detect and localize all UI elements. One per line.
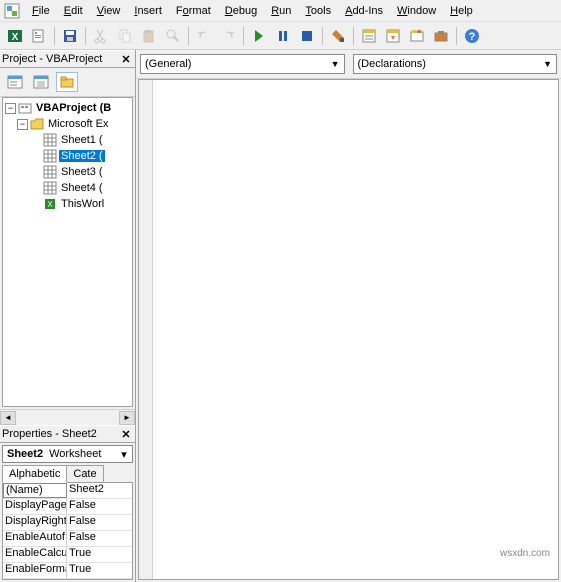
object-name: Sheet2 bbox=[3, 448, 47, 460]
reset-icon[interactable] bbox=[296, 25, 318, 47]
help-icon[interactable]: ? bbox=[461, 25, 483, 47]
scroll-left-icon[interactable]: ◄ bbox=[0, 411, 16, 425]
project-pane-title: Project - VBAProject bbox=[2, 53, 102, 65]
menu-file[interactable]: FFileile bbox=[26, 3, 56, 19]
procedure-combo[interactable]: (Declarations) ▼ bbox=[353, 54, 558, 74]
toolbox-icon[interactable] bbox=[430, 25, 452, 47]
tree-sheet-label: Sheet1 ( bbox=[59, 134, 105, 146]
tree-sheet-label: Sheet2 ( bbox=[59, 150, 105, 162]
design-mode-icon[interactable] bbox=[327, 25, 349, 47]
watermark: wsxdn.com bbox=[500, 548, 550, 559]
menu-format[interactable]: Format bbox=[170, 3, 217, 19]
horizontal-scrollbar[interactable]: ◄ ► bbox=[0, 409, 135, 425]
project-toolbar bbox=[0, 68, 135, 97]
svg-text:?: ? bbox=[469, 31, 476, 43]
svg-text:X: X bbox=[12, 32, 19, 43]
paste-icon[interactable] bbox=[138, 25, 160, 47]
standard-toolbar: X ? bbox=[0, 22, 561, 50]
tab-categorized[interactable]: Cate bbox=[66, 465, 103, 482]
chevron-down-icon[interactable]: ▼ bbox=[543, 59, 552, 69]
tree-folder[interactable]: − Microsoft Ex bbox=[3, 116, 132, 132]
tab-alphabetic[interactable]: Alphabetic bbox=[2, 465, 67, 483]
tree-sheet[interactable]: Sheet3 ( bbox=[3, 164, 132, 180]
svg-text:X: X bbox=[47, 200, 53, 209]
code-header: (General) ▼ (Declarations) ▼ bbox=[136, 50, 561, 79]
properties-grid[interactable]: (Name)Sheet2 DisplayPageFalse DisplayRig… bbox=[2, 482, 133, 580]
collapse-icon[interactable]: − bbox=[5, 103, 16, 114]
collapse-icon[interactable]: − bbox=[17, 119, 28, 130]
properties-window-icon[interactable] bbox=[382, 25, 404, 47]
object-combo[interactable]: (General) ▼ bbox=[140, 54, 345, 74]
view-code-icon[interactable] bbox=[4, 72, 26, 92]
redo-icon[interactable] bbox=[217, 25, 239, 47]
project-explorer-icon[interactable] bbox=[358, 25, 380, 47]
menu-help[interactable]: Help bbox=[444, 3, 479, 19]
menu-window[interactable]: Window bbox=[391, 3, 442, 19]
tree-sheet-label: Sheet4 ( bbox=[59, 182, 105, 194]
tree-sheet[interactable]: Sheet1 ( bbox=[3, 132, 132, 148]
copy-icon[interactable] bbox=[114, 25, 136, 47]
tree-sheet-label: Sheet3 ( bbox=[59, 166, 105, 178]
procedure-combo-value: (Declarations) bbox=[358, 58, 426, 70]
worksheet-icon bbox=[43, 165, 57, 179]
menu-debug[interactable]: Debug bbox=[219, 3, 263, 19]
prop-row[interactable]: DisplayRightFalse bbox=[3, 515, 132, 531]
code-area[interactable] bbox=[153, 80, 558, 579]
tree-workbook[interactable]: X ThisWorl bbox=[3, 196, 132, 212]
menu-run[interactable]: Run bbox=[265, 3, 297, 19]
object-type: Worksheet bbox=[47, 448, 103, 460]
run-icon[interactable] bbox=[248, 25, 270, 47]
project-icon bbox=[18, 101, 32, 115]
prop-row[interactable]: EnableFormaTrue bbox=[3, 563, 132, 579]
scroll-right-icon[interactable]: ► bbox=[119, 411, 135, 425]
find-icon[interactable] bbox=[162, 25, 184, 47]
prop-row[interactable]: EnableAutofFalse bbox=[3, 531, 132, 547]
object-combo-value: (General) bbox=[145, 58, 191, 70]
menu-bar: FFileile Edit View Insert Format Debug R… bbox=[0, 0, 561, 22]
tree-sheet[interactable]: Sheet2 ( bbox=[3, 148, 132, 164]
worksheet-icon bbox=[43, 133, 57, 147]
code-margin bbox=[139, 80, 153, 579]
menu-insert[interactable]: Insert bbox=[128, 3, 168, 19]
excel-icon[interactable]: X bbox=[4, 25, 26, 47]
properties-tabs: Alphabetic Cate bbox=[0, 465, 135, 482]
project-pane-header: Project - VBAProject ✕ bbox=[0, 50, 135, 68]
break-icon[interactable] bbox=[272, 25, 294, 47]
save-icon[interactable] bbox=[59, 25, 81, 47]
insert-module-icon[interactable] bbox=[28, 25, 50, 47]
chevron-down-icon[interactable]: ▾ bbox=[116, 448, 132, 461]
menu-addins[interactable]: Add-Ins bbox=[339, 3, 389, 19]
folder-open-icon bbox=[30, 117, 44, 131]
properties-title: Properties - Sheet2 bbox=[2, 428, 97, 440]
undo-icon[interactable] bbox=[193, 25, 215, 47]
cut-icon[interactable] bbox=[90, 25, 112, 47]
view-object-icon[interactable] bbox=[30, 72, 52, 92]
prop-row[interactable]: DisplayPageFalse bbox=[3, 499, 132, 515]
toggle-folders-icon[interactable] bbox=[56, 72, 78, 92]
worksheet-icon bbox=[43, 181, 57, 195]
chevron-down-icon[interactable]: ▼ bbox=[331, 59, 340, 69]
tree-sheet[interactable]: Sheet4 ( bbox=[3, 180, 132, 196]
prop-row[interactable]: (Name)Sheet2 bbox=[3, 483, 132, 499]
tree-workbook-label: ThisWorl bbox=[59, 198, 106, 210]
menu-view[interactable]: View bbox=[91, 3, 127, 19]
workbook-icon: X bbox=[43, 197, 57, 211]
prop-row[interactable]: EnableCalcuTrue bbox=[3, 547, 132, 563]
project-tree[interactable]: − VBAProject (B − Microsoft Ex Sheet1 ( … bbox=[2, 97, 133, 407]
tree-folder-label: Microsoft Ex bbox=[46, 118, 111, 130]
tree-root-label: VBAProject (B bbox=[34, 102, 113, 114]
object-browser-icon[interactable] bbox=[406, 25, 428, 47]
properties-pane-header: Properties - Sheet2 ✕ bbox=[0, 425, 135, 443]
code-editor[interactable]: wsxdn.com bbox=[138, 79, 559, 580]
close-icon[interactable]: ✕ bbox=[119, 52, 133, 66]
object-selector[interactable]: Sheet2 Worksheet ▾ bbox=[2, 445, 133, 463]
worksheet-icon bbox=[43, 149, 57, 163]
menu-tools[interactable]: Tools bbox=[299, 3, 337, 19]
tree-root[interactable]: − VBAProject (B bbox=[3, 100, 132, 116]
app-icon bbox=[4, 3, 20, 19]
close-icon[interactable]: ✕ bbox=[119, 427, 133, 441]
menu-edit[interactable]: Edit bbox=[58, 3, 89, 19]
